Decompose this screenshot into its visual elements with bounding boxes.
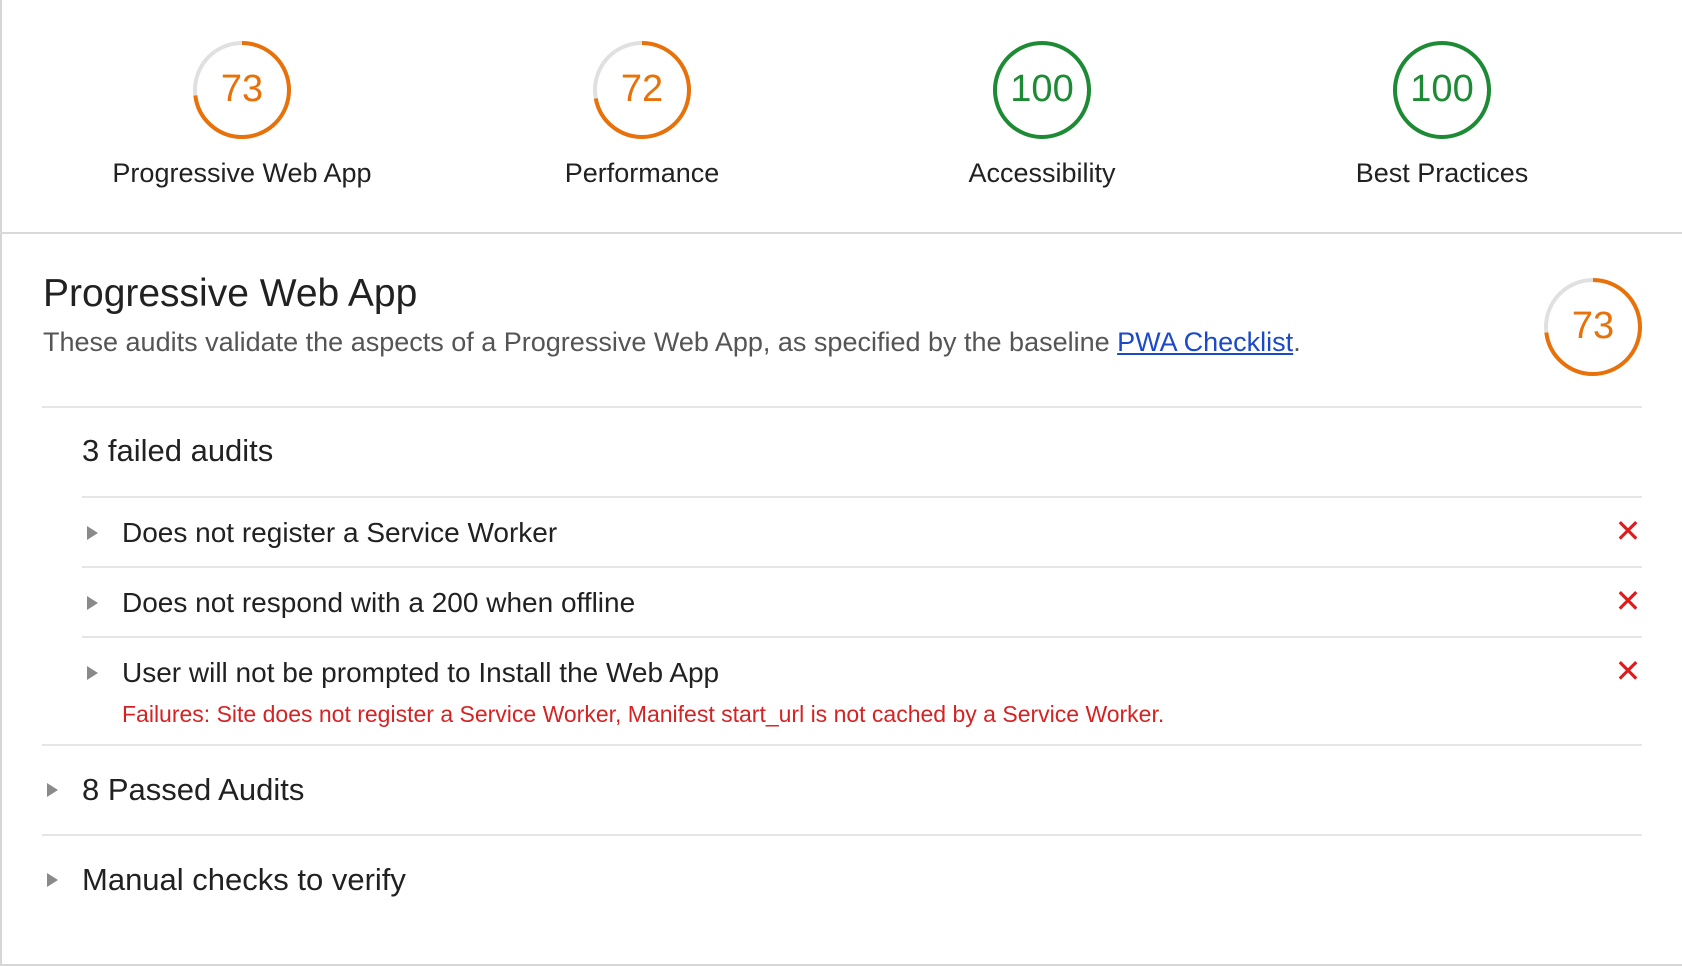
gauge-score: 73 (220, 68, 264, 110)
expand-arrow-icon[interactable] (47, 873, 58, 887)
expand-arrow-icon[interactable] (87, 526, 98, 540)
category-description: These audits validate the aspects of a P… (43, 327, 1301, 358)
divider (82, 566, 1642, 568)
score-summary: 73 Progressive Web App 72 Performance 10… (0, 0, 1682, 234)
audit-row[interactable]: Does not respond with a 200 when offline… (82, 582, 1642, 627)
expand-arrow-icon[interactable] (87, 666, 98, 680)
category-score-gauge: 73 (1542, 276, 1644, 378)
gauge-best-practices[interactable]: 100 Best Practices (1242, 38, 1642, 189)
audit-title: Does not register a Service Worker (122, 517, 558, 548)
divider (42, 406, 1642, 408)
audit-title: User will not be prompted to Install the… (122, 657, 720, 688)
score-gauge: 100 (990, 38, 1094, 142)
gauge-performance[interactable]: 72 Performance (442, 38, 842, 189)
gauge-label: Best Practices (1355, 158, 1529, 188)
passed-audits-title: 8 Passed Audits (82, 772, 305, 807)
gauge-label: Accessibility (968, 158, 1116, 188)
audit-failure-reason: Failures: Site does not register a Servi… (122, 701, 1165, 727)
score-gauge: 73 (190, 38, 294, 142)
score-gauge: 100 (1390, 38, 1494, 142)
audit-title: Does not respond with a 200 when offline (122, 587, 636, 618)
expand-arrow-icon[interactable] (47, 783, 58, 797)
manual-checks-title: Manual checks to verify (82, 862, 406, 897)
gauge-accessibility[interactable]: 100 Accessibility (842, 38, 1242, 189)
gauge-score: 100 (1410, 68, 1474, 110)
divider (82, 636, 1642, 638)
divider (42, 834, 1642, 836)
category-title: Progressive Web App (43, 272, 418, 315)
divider (42, 744, 1642, 746)
description-text: These audits validate the aspects of a P… (43, 327, 1118, 357)
audit-row[interactable]: Does not register a Service Worker ✕ (82, 512, 1642, 557)
close-icon: ✕ (1614, 582, 1642, 620)
gauge-score: 72 (620, 68, 664, 110)
audit-row[interactable]: User will not be prompted to Install the… (82, 652, 1642, 727)
gauge-pwa[interactable]: 73 Progressive Web App (42, 38, 442, 189)
expand-arrow-icon[interactable] (87, 596, 98, 610)
failed-audits-heading: 3 failed audits (82, 433, 274, 468)
close-icon: ✕ (1614, 512, 1642, 550)
category-score: 73 (1571, 305, 1615, 347)
divider (82, 496, 1642, 498)
gauge-label: Performance (564, 158, 720, 188)
description-end: . (1293, 327, 1301, 357)
score-gauge: 72 (590, 38, 694, 142)
close-icon: ✕ (1614, 652, 1642, 690)
pwa-checklist-link[interactable]: PWA Checklist (1117, 327, 1293, 357)
gauge-score: 100 (1010, 68, 1074, 110)
gauge-label: Progressive Web App (112, 158, 372, 188)
